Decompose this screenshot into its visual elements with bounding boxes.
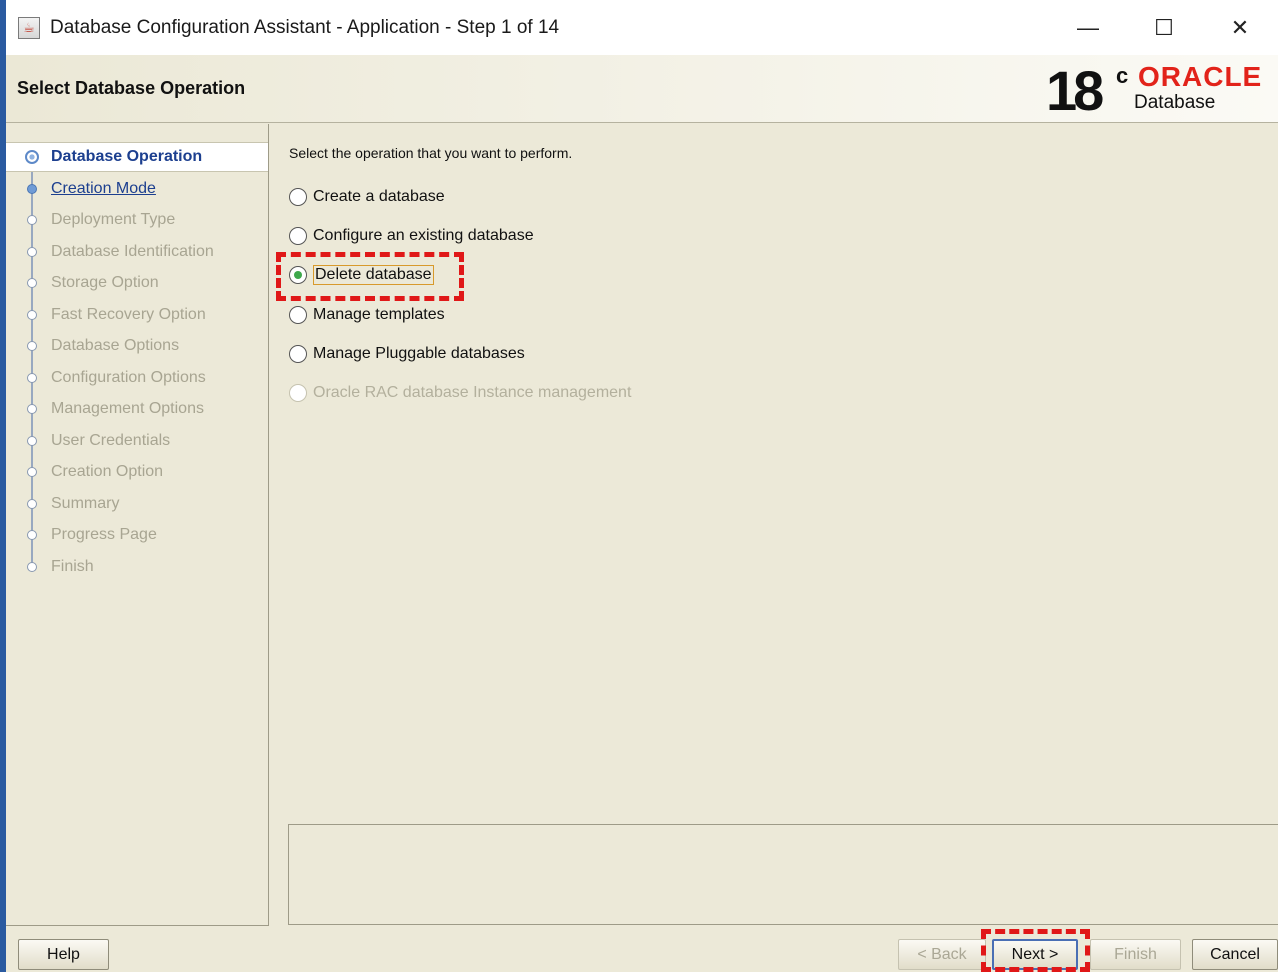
page-title: Select Database Operation — [17, 78, 246, 98]
radio-button[interactable] — [289, 345, 307, 363]
close-icon[interactable]: ✕ — [1202, 0, 1278, 55]
option-label: Create a database — [313, 188, 445, 205]
step-finish: Finish — [6, 552, 268, 582]
step-database-identification: Database Identification — [6, 237, 268, 267]
description-box — [288, 824, 1278, 925]
step-deployment-type: Deployment Type — [6, 205, 268, 235]
step-dot-icon — [27, 184, 37, 194]
option-configure-existing-database[interactable]: Configure an existing database — [289, 224, 534, 248]
step-label: Finish — [51, 558, 94, 575]
radio-button[interactable] — [289, 227, 307, 245]
step-label: Management Options — [51, 400, 204, 417]
step-label: Configuration Options — [51, 369, 206, 386]
step-dot-icon — [27, 436, 37, 446]
option-rac-instance-management: Oracle RAC database Instance management — [289, 381, 631, 405]
option-manage-templates[interactable]: Manage templates — [289, 303, 445, 327]
help-button[interactable]: Help — [18, 939, 109, 970]
step-fast-recovery-option: Fast Recovery Option — [6, 300, 268, 330]
step-label: Database Options — [51, 337, 180, 354]
step-dot-icon — [27, 341, 37, 351]
step-dot-icon — [27, 530, 37, 540]
main-panel: Select the operation that you want to pe… — [269, 124, 1278, 824]
step-current-icon — [25, 150, 39, 164]
steps-sidebar: Database Operation Creation Mode Deploym… — [6, 124, 269, 926]
logo-superscript: c — [1116, 63, 1129, 88]
step-dot-icon — [27, 467, 37, 477]
radio-button[interactable] — [289, 188, 307, 206]
option-label: Configure an existing database — [313, 227, 534, 244]
step-dot-icon — [27, 404, 37, 414]
step-creation-mode[interactable]: Creation Mode — [6, 174, 268, 204]
maximize-icon[interactable]: ☐ — [1126, 0, 1202, 55]
step-label: Deployment Type — [51, 211, 176, 228]
step-management-options: Management Options — [6, 394, 268, 424]
step-label: Creation Mode — [51, 180, 156, 197]
logo-product: Database — [1134, 92, 1216, 113]
step-dot-icon — [27, 373, 37, 383]
step-label: Storage Option — [51, 274, 159, 291]
radio-button[interactable] — [289, 306, 307, 324]
step-database-options: Database Options — [6, 331, 268, 361]
back-button[interactable]: < Back — [898, 939, 986, 970]
option-label: Oracle RAC database Instance management — [313, 384, 632, 401]
window-title: Database Configuration Assistant - Appli… — [50, 16, 560, 38]
step-label: Fast Recovery Option — [51, 306, 206, 323]
java-icon: ☕ — [18, 16, 40, 39]
step-dot-icon — [27, 562, 37, 572]
step-database-operation[interactable]: Database Operation — [6, 142, 268, 172]
step-label: Database Identification — [51, 243, 214, 260]
step-user-credentials: User Credentials — [6, 426, 268, 456]
cancel-button[interactable]: Cancel — [1192, 939, 1278, 970]
finish-button[interactable]: Finish — [1090, 939, 1181, 970]
page-header: Select Database Operation 18 c ORACLE Da… — [6, 55, 1278, 123]
step-dot-icon — [27, 247, 37, 257]
option-label: Manage Pluggable databases — [313, 345, 525, 362]
step-label: Progress Page — [51, 526, 157, 543]
step-dot-icon — [27, 499, 37, 509]
logo-brand: ORACLE — [1138, 61, 1263, 92]
minimize-icon[interactable]: — — [1050, 0, 1126, 55]
step-progress-page: Progress Page — [6, 520, 268, 550]
step-label: Database Operation — [51, 148, 203, 165]
oracle-logo: 18 c ORACLE Database — [1038, 55, 1278, 123]
step-dot-icon — [27, 215, 37, 225]
option-manage-pluggable-databases[interactable]: Manage Pluggable databases — [289, 342, 525, 366]
step-label: Summary — [51, 495, 120, 512]
step-summary: Summary — [6, 489, 268, 519]
step-dot-icon — [27, 310, 37, 320]
option-create-database[interactable]: Create a database — [289, 185, 445, 209]
window-controls: — ☐ ✕ — [1050, 0, 1278, 55]
option-label: Manage templates — [313, 306, 445, 323]
step-storage-option: Storage Option — [6, 268, 268, 298]
radio-button-disabled — [289, 384, 307, 402]
step-dot-icon — [27, 278, 37, 288]
dbca-window: ☕ Database Configuration Assistant - App… — [0, 0, 1278, 972]
step-creation-option: Creation Option — [6, 457, 268, 487]
step-label: Creation Option — [51, 463, 164, 480]
instruction-text: Select the operation that you want to pe… — [289, 145, 573, 161]
highlight-next-button — [981, 929, 1090, 972]
title-bar: ☕ Database Configuration Assistant - App… — [6, 0, 1278, 55]
logo-version: 18 — [1046, 59, 1104, 122]
highlight-delete-option — [276, 252, 464, 301]
step-configuration-options: Configuration Options — [6, 363, 268, 393]
step-label: User Credentials — [51, 432, 171, 449]
